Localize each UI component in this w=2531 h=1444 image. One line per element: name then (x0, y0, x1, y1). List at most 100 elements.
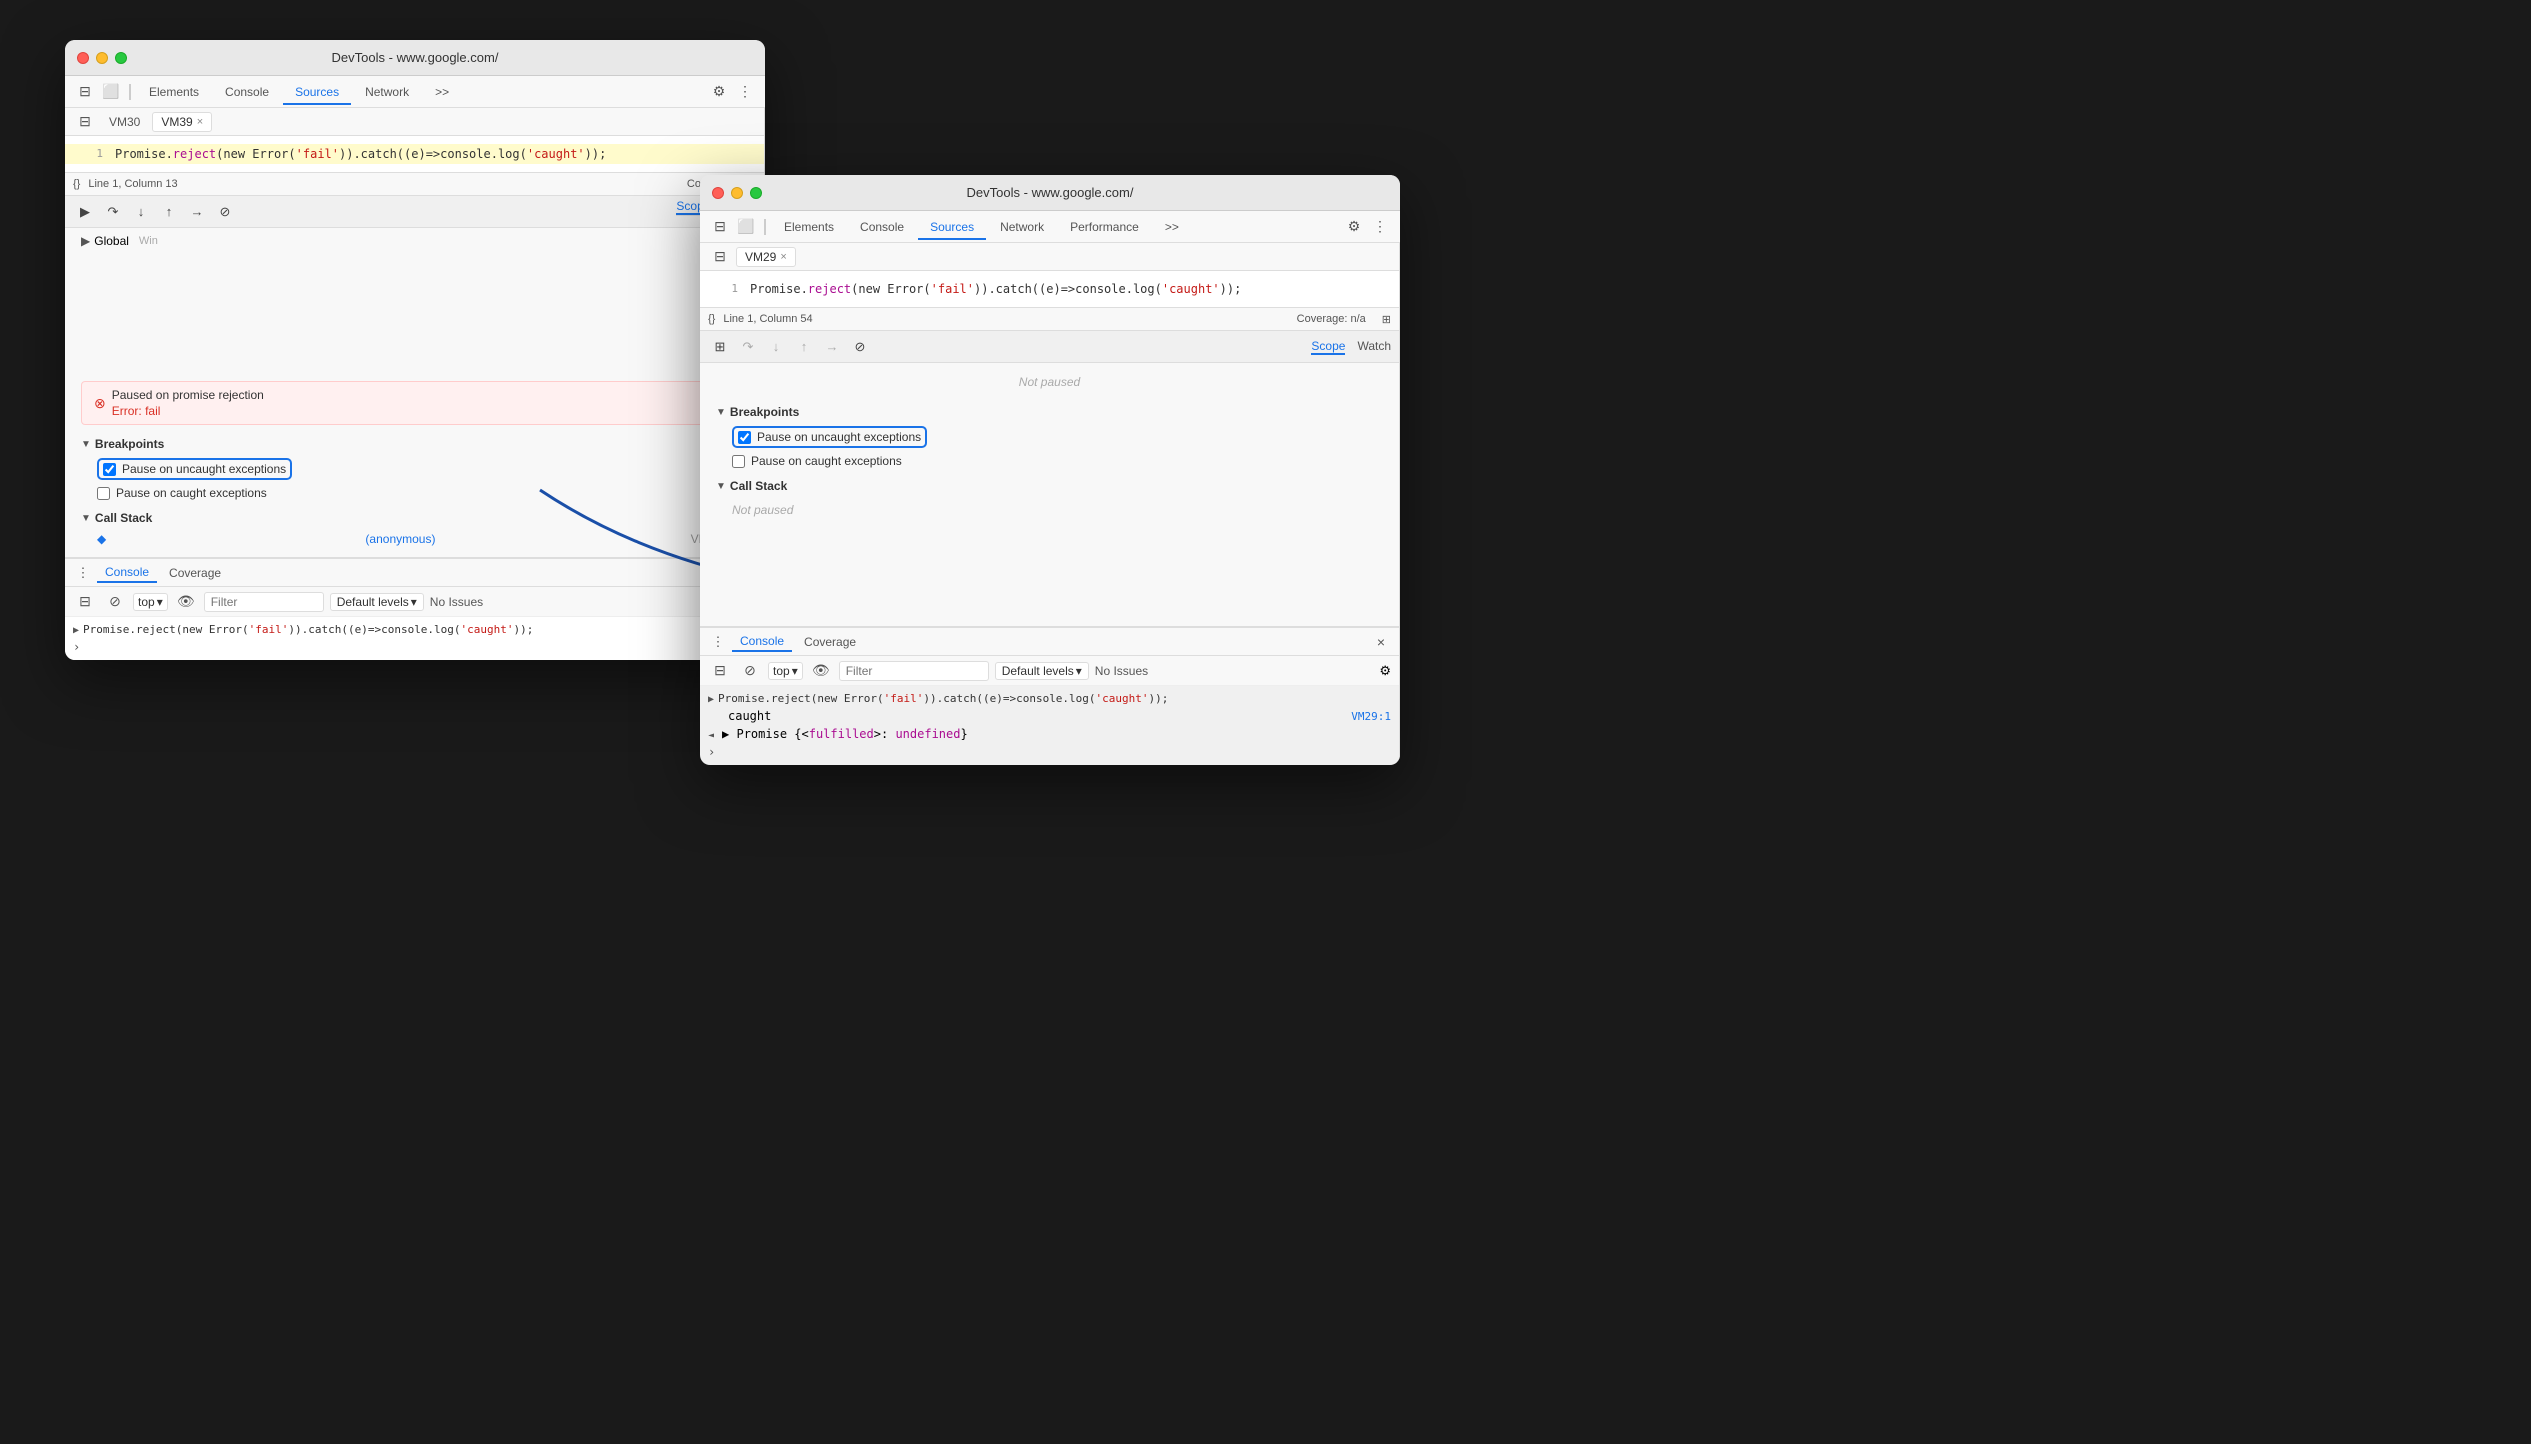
tab-network-2[interactable]: Network (988, 216, 1056, 238)
more-icon-1[interactable]: ⋮ (733, 80, 757, 104)
pause-uncaught-check-1[interactable] (103, 463, 116, 476)
console-filter-2[interactable] (839, 661, 989, 681)
vm39-close[interactable]: × (197, 116, 203, 128)
vm29-close[interactable]: × (780, 251, 786, 263)
gear-icon-2[interactable]: ⚙ (1379, 663, 1391, 679)
source-tab-vm30[interactable]: VM30 (101, 113, 148, 131)
tab-sources-1[interactable]: Sources (283, 81, 351, 105)
minimize-button-1[interactable] (96, 52, 108, 64)
global-item-1[interactable]: ▶ Global Win (73, 232, 756, 250)
top-selector-1[interactable]: top ▾ (133, 593, 168, 611)
sources-main-2: ⊟ VM29 × 1 Promise.reject(new Error('fai… (700, 243, 1400, 765)
sidebar-toggle-1[interactable]: ⊟ (73, 80, 97, 104)
pause-caught-check-2[interactable] (732, 455, 745, 468)
device-mode-1[interactable]: ⬜ (99, 80, 123, 104)
tab-sources-2[interactable]: Sources (918, 216, 986, 240)
console-code-1: Promise.reject(new Error('fail')).catch(… (83, 623, 533, 636)
code-text-2: Promise.reject(new Error('fail')).catch(… (750, 279, 1391, 299)
step-over-btn-1[interactable]: ↷ (101, 200, 125, 224)
sidebar-toggle-2[interactable]: ⊟ (708, 215, 732, 239)
console-arrow-2a: ▶ (708, 694, 714, 705)
console-dots-2[interactable]: ⋮ (708, 632, 728, 652)
expand-icon-2[interactable]: ⊞ (1382, 313, 1391, 326)
more-icon-2[interactable]: ⋮ (1368, 215, 1392, 239)
global-arrow-1: ▶ (81, 234, 90, 248)
deactivate-btn-1[interactable]: ⊘ (213, 200, 237, 224)
console-eye-2[interactable]: 👁 (809, 659, 833, 683)
pause-caught-check-1[interactable] (97, 487, 110, 500)
main-toolbar-1: ⊟ ⬜ Elements Console Sources Network >> … (65, 76, 765, 108)
source-tab-vm29[interactable]: VM29 × (736, 247, 796, 267)
call-stack-label-1: Call Stack (95, 511, 152, 525)
watch-tab-2[interactable]: Watch (1357, 339, 1391, 355)
step-out-btn-1[interactable]: ↑ (157, 200, 181, 224)
call-stack-item-1[interactable]: ◆ (anonymous) VM39:1 (81, 529, 748, 549)
console-cursor-1: › (73, 640, 80, 654)
step-out-btn-2[interactable]: ↑ (792, 335, 816, 359)
pause-resume-btn-2[interactable]: ⊞ (708, 335, 732, 359)
settings-icon-1[interactable]: ⚙ (707, 80, 731, 104)
maximize-button-1[interactable] (115, 52, 127, 64)
sidebar-sources-2[interactable]: ⊟ (708, 245, 732, 269)
tab-network-1[interactable]: Network (353, 81, 421, 103)
tab-more-2[interactable]: >> (1153, 216, 1191, 238)
console-sidebar-2[interactable]: ⊟ (708, 659, 732, 683)
tab-more-1[interactable]: >> (423, 81, 461, 103)
minimize-button-2[interactable] (731, 187, 743, 199)
console-clear-2[interactable]: ⊘ (738, 659, 762, 683)
vm29-label: VM29 (745, 250, 776, 264)
device-mode-2[interactable]: ⬜ (734, 215, 758, 239)
console-dots-1[interactable]: ⋮ (73, 563, 93, 583)
step-into-btn-2[interactable]: ↓ (764, 335, 788, 359)
vm-link-2[interactable]: VM29:1 (1351, 710, 1391, 723)
tab-console-2[interactable]: Console (848, 216, 916, 238)
step-into-btn-1[interactable]: ↓ (129, 200, 153, 224)
main-panel-layout-2: ⊟ VM29 × 1 Promise.reject(new Error('fai… (700, 243, 1400, 765)
step-over-btn-2[interactable]: ↷ (736, 335, 760, 359)
title-bar-2: DevTools - www.google.com/ (700, 175, 1400, 211)
pause-uncaught-check-2[interactable] (738, 431, 751, 444)
close-button-1[interactable] (77, 52, 89, 64)
top-selector-2[interactable]: top ▾ (768, 662, 803, 680)
scope-tab-2[interactable]: Scope (1311, 339, 1345, 355)
console-tab-btn-1[interactable]: Console (97, 563, 157, 583)
console-tab-btn-2[interactable]: Console (732, 632, 792, 652)
settings-icon-2[interactable]: ⚙ (1342, 215, 1366, 239)
tab-performance-2[interactable]: Performance (1058, 216, 1151, 238)
tab-console-1[interactable]: Console (213, 81, 281, 103)
console-tabs-bar-1: ⋮ Console Coverage (65, 559, 764, 587)
vm30-label: VM30 (109, 115, 140, 129)
call-stack-arrow-1: ▼ (81, 513, 91, 524)
step-btn-2[interactable]: → (820, 335, 844, 359)
not-paused-scope-2: Not paused (708, 367, 1391, 397)
pause-caught-label-1: Pause on caught exceptions (116, 486, 267, 500)
source-tabs-bar-1: ⊟ VM30 VM39 × (65, 108, 764, 136)
pause-uncaught-item-1: Pause on uncaught exceptions (81, 455, 748, 483)
default-levels-1[interactable]: Default levels ▾ (330, 593, 424, 611)
default-levels-2[interactable]: Default levels ▾ (995, 662, 1089, 680)
deactivate-btn-2[interactable]: ⊘ (848, 335, 872, 359)
console-filter-1[interactable] (204, 592, 324, 612)
coverage-tab-btn-1[interactable]: Coverage (161, 564, 229, 582)
coverage-tab-btn-2[interactable]: Coverage (796, 633, 864, 651)
console-clear-1[interactable]: ⊘ (103, 590, 127, 614)
tab-elements-1[interactable]: Elements (137, 81, 211, 103)
close-console-2[interactable]: × (1371, 632, 1391, 652)
resume-btn-1[interactable]: ▶ (73, 200, 97, 224)
curly-icon-2: {} (708, 313, 715, 325)
console-eye-1[interactable]: 👁 (174, 590, 198, 614)
top-label-1: top (138, 595, 155, 609)
source-tab-vm39[interactable]: VM39 × (152, 112, 212, 132)
close-button-2[interactable] (712, 187, 724, 199)
tab-elements-2[interactable]: Elements (772, 216, 846, 238)
win-label-1: Win (139, 235, 158, 247)
step-btn-1[interactable]: → (185, 200, 209, 224)
breakpoints-header-1[interactable]: ▼ Breakpoints (81, 433, 748, 455)
call-stack-header-1[interactable]: ▼ Call Stack (81, 507, 748, 529)
sidebar-sources-1[interactable]: ⊟ (73, 110, 97, 134)
console-promise-line: ◄ ▶ Promise {<fulfilled>: undefined} (708, 725, 1391, 743)
breakpoints-header-2[interactable]: ▼ Breakpoints (716, 401, 1383, 423)
call-stack-header-2[interactable]: ▼ Call Stack (716, 475, 1383, 497)
maximize-button-2[interactable] (750, 187, 762, 199)
console-sidebar-1[interactable]: ⊟ (73, 590, 97, 614)
